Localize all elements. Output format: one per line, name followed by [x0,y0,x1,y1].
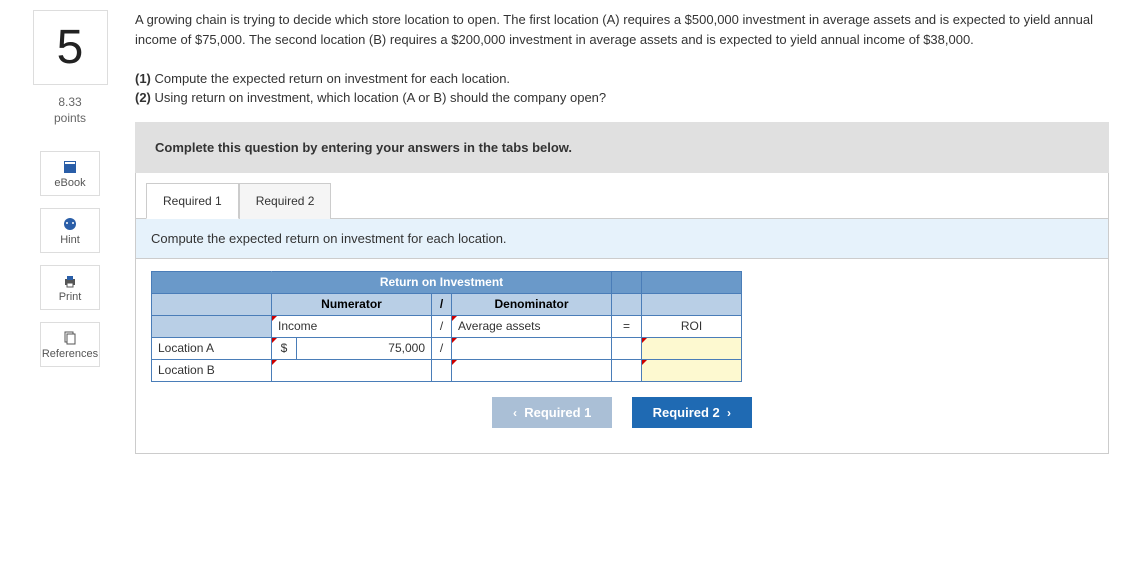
ebook-button[interactable]: eBook [40,151,100,196]
tabs: Required 1 Required 2 [136,173,1108,219]
book-icon [62,159,78,175]
cell-a-currency[interactable]: $ [272,337,297,359]
cell-b-numerator[interactable] [272,359,432,381]
ebook-label: eBook [54,177,85,189]
question-body: A growing chain is trying to decide whic… [135,10,1109,108]
question-paragraph: A growing chain is trying to decide whic… [135,10,1109,49]
cell-a-numerator[interactable]: 75,000 [297,337,432,359]
cell-income-label[interactable]: Income [272,315,432,337]
row-location-a: Location A [152,337,272,359]
question-number: 5 [33,10,108,85]
question-sub1: (1) Compute the expected return on inves… [135,69,1109,89]
tab-required-1[interactable]: Required 1 [146,183,239,219]
cell-b-slash [432,359,452,381]
chevron-left-icon: ‹ [513,406,517,420]
cell-roi-label: ROI [642,315,742,337]
cell-slash: / [432,315,452,337]
chevron-right-icon: › [727,406,731,420]
hint-label: Hint [60,234,80,246]
references-button[interactable]: References [40,322,100,367]
references-icon [62,330,78,346]
prev-button[interactable]: ‹ Required 1 [492,397,612,428]
cell-equals: = [612,315,642,337]
prev-label: Required 1 [524,405,591,420]
cell-b-denominator[interactable] [452,359,612,381]
table-title: Return on Investment [272,271,612,293]
roi-table: Return on Investment Numerator / Denomin… [151,271,742,382]
col-divider: / [432,293,452,315]
next-label: Required 2 [653,405,720,420]
cell-a-denominator[interactable] [452,337,612,359]
sub-instruction: Compute the expected return on investmen… [136,219,1108,259]
cell-avg-assets-label[interactable]: Average assets [452,315,612,337]
print-button[interactable]: Print [40,265,100,310]
references-label: References [42,348,98,360]
question-sub2: (2) Using return on investment, which lo… [135,88,1109,108]
col-denominator: Denominator [452,293,612,315]
col-numerator: Numerator [272,293,432,315]
instruction-bar: Complete this question by entering your … [135,122,1109,173]
print-label: Print [59,291,82,303]
points-label: 8.33 points [20,95,120,126]
tab-required-2[interactable]: Required 2 [239,183,332,219]
cell-a-roi[interactable] [642,337,742,359]
cell-b-roi[interactable] [642,359,742,381]
row-location-b: Location B [152,359,272,381]
hint-button[interactable]: Hint [40,208,100,253]
next-button[interactable]: Required 2 › [632,397,752,428]
cell-a-slash: / [432,337,452,359]
hint-icon [62,216,78,232]
print-icon [62,273,78,289]
